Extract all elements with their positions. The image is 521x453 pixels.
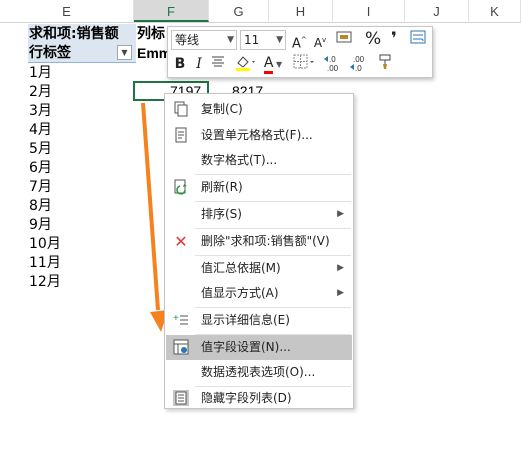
wrap-text-button[interactable] — [408, 30, 428, 50]
menu-item-number-format[interactable]: 数字格式(T)... — [166, 148, 352, 173]
decrease-decimal-button[interactable]: .00.0 — [348, 54, 370, 74]
refresh-icon — [172, 179, 190, 196]
svg-text:.00: .00 — [353, 55, 365, 64]
copy-icon — [172, 101, 190, 118]
borders-button[interactable] — [292, 54, 316, 74]
menu-item-pivot-options[interactable]: 数据透视表选项(O)... — [166, 360, 352, 385]
delete-icon: ✕ — [174, 232, 188, 251]
svg-text:.00: .00 — [327, 64, 339, 72]
accounting-format-icon — [336, 31, 352, 43]
menu-item-hide-field-list[interactable]: 隐藏字段列表(D) — [166, 386, 352, 411]
font-color-button[interactable]: A ▼ — [262, 53, 284, 74]
format-cells-icon — [172, 127, 190, 144]
menu-item-value-field-settings[interactable]: 值字段设置(N)... — [166, 335, 352, 360]
menu-item-delete[interactable]: ✕ 删除"求和项:销售额"(V) — [166, 229, 352, 254]
font-size-value: 11 — [244, 33, 260, 47]
field-list-icon — [172, 390, 190, 407]
comma-style-button[interactable]: ❜ — [388, 29, 400, 49]
svg-text:.0: .0 — [329, 55, 336, 64]
submenu-arrow-icon: ▶ — [337, 263, 344, 273]
menu-item-show-values-as[interactable]: 值显示方式(A) ▶ — [166, 281, 352, 306]
chevron-down-icon: ▼ — [276, 35, 283, 45]
context-menu: 复制(C) 设置单元格格式(F)... 数字格式(T)... 刷新(R) 排序(… — [164, 93, 354, 409]
percent-style-button[interactable]: % — [365, 29, 381, 49]
shrink-font-button[interactable]: Av — [313, 30, 327, 50]
wrap-text-icon — [410, 30, 426, 44]
menu-item-refresh[interactable]: 刷新(R) — [166, 175, 352, 200]
align-center-icon — [212, 56, 224, 67]
mini-toolbar: 等线 ▼ 11 ▼ A^ Av % ❜ B I A ▼ .0.00 .00.0 — [167, 26, 433, 78]
align-center-button[interactable] — [209, 54, 227, 74]
show-details-icon: + — [172, 312, 190, 329]
submenu-arrow-icon: ▶ — [337, 209, 344, 219]
decrease-decimal-icon: .00.0 — [350, 55, 365, 73]
format-painter-button[interactable] — [375, 54, 395, 74]
menu-item-summarize-by[interactable]: 值汇总依据(M) ▶ — [166, 256, 352, 281]
menu-item-copy[interactable]: 复制(C) — [166, 97, 352, 122]
field-settings-icon — [172, 339, 190, 356]
menu-item-format-cells[interactable]: 设置单元格格式(F)... — [166, 123, 352, 148]
font-size-box[interactable]: 11 ▼ — [240, 30, 286, 50]
accounting-format-button[interactable] — [334, 30, 356, 50]
font-name-box[interactable]: 等线 ▼ — [171, 30, 237, 50]
arrow-shaft — [141, 102, 160, 311]
svg-text:+: + — [173, 313, 179, 324]
bold-button[interactable]: B — [172, 54, 188, 74]
submenu-arrow-icon: ▶ — [337, 288, 344, 298]
format-painter-icon — [379, 54, 391, 69]
fill-color-icon — [236, 56, 255, 71]
chevron-down-icon: ▼ — [227, 35, 234, 45]
borders-icon — [293, 54, 314, 69]
menu-item-sort[interactable]: 排序(S) ▶ — [166, 202, 352, 227]
increase-decimal-button[interactable]: .0.00 — [322, 54, 344, 74]
grow-font-button[interactable]: A^ — [292, 30, 307, 51]
increase-decimal-icon: .0.00 — [324, 55, 339, 73]
svg-text:.0: .0 — [355, 64, 362, 72]
fill-color-button[interactable] — [234, 54, 256, 74]
italic-button[interactable]: I — [192, 54, 206, 74]
font-name-value: 等线 — [175, 33, 200, 47]
menu-item-show-details[interactable]: + 显示详细信息(E) — [166, 308, 352, 333]
